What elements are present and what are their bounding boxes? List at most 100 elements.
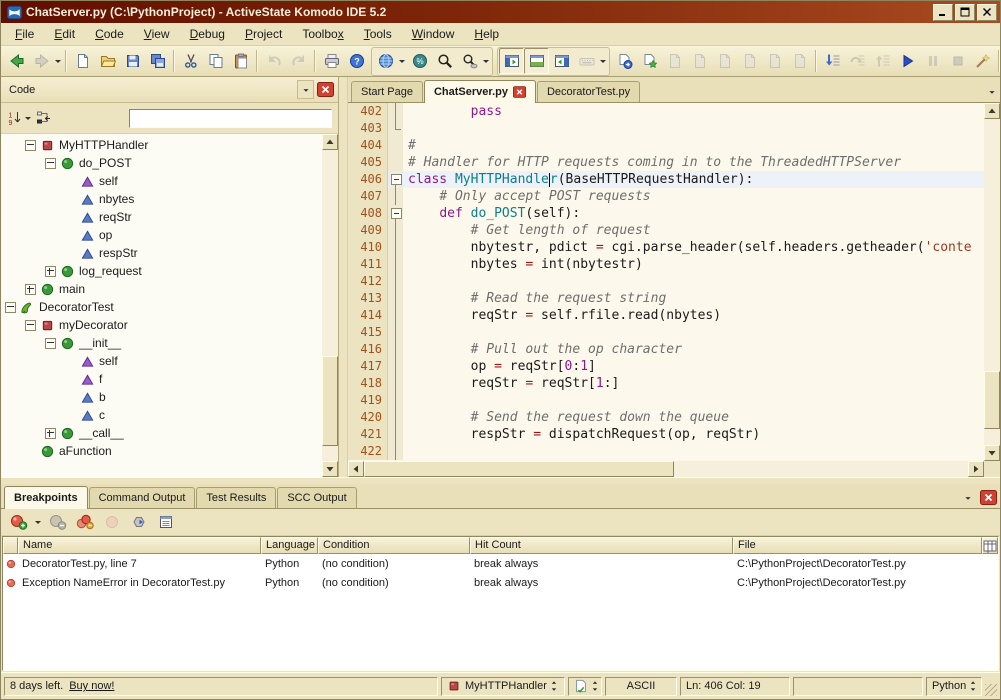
menu-code[interactable]: Code [85,25,134,43]
column-header-hit-count[interactable]: Hit Count [470,537,733,554]
tree-item-f[interactable]: f [1,370,322,388]
syntax-check-status[interactable] [568,677,602,696]
tree-item-log_request[interactable]: log_request [1,262,322,280]
tree-item-nbytes[interactable]: nbytes [1,190,322,208]
forward-button[interactable] [29,48,54,74]
find-in-files-dropdown[interactable] [482,49,491,73]
tree-item-b[interactable]: b [1,388,322,406]
tab-command-output[interactable]: Command Output [89,487,196,508]
delete-breakpoint-button[interactable] [46,510,70,534]
scc-history-button[interactable] [787,48,812,74]
editor-hscroll-thumb[interactable] [364,461,674,477]
new-file-button[interactable] [70,48,95,74]
tree-item-afunction[interactable]: aFunction [1,442,322,460]
menu-file[interactable]: File [5,25,44,43]
editor-scroll-up-button[interactable] [984,103,1000,119]
column-header-language[interactable]: Language [261,537,318,554]
tree-item-__call__[interactable]: __call__ [1,424,322,442]
scc-update-button[interactable] [687,48,712,74]
tab-close-icon[interactable] [513,86,526,98]
menu-tools[interactable]: Tools [354,25,402,43]
step-into-button[interactable] [820,48,845,74]
collapse-icon[interactable] [45,158,56,169]
save-all-button[interactable] [145,48,170,74]
find-in-files-button[interactable] [457,48,482,74]
collapse-icon[interactable] [5,302,16,313]
new-breakpoint-dropdown[interactable] [34,510,43,534]
output-pane-dropdown[interactable] [960,488,976,508]
tree-item-decoratortest[interactable]: DecoratorTest [1,298,322,316]
step-out-button[interactable] [870,48,895,74]
web-browser-button[interactable] [373,48,398,74]
close-button[interactable] [977,4,997,21]
tree-item-main[interactable]: main [1,280,322,298]
tab-test-results[interactable]: Test Results [196,487,276,508]
tree-item-mydecorator[interactable]: myDecorator [1,316,322,334]
bottom-pane-splitter[interactable] [1,477,1000,484]
disable-all-breakpoints-button[interactable] [73,510,97,534]
expand-icon[interactable] [45,428,56,439]
tree-scroll-down-button[interactable] [322,461,338,477]
tree-item-respstr[interactable]: respStr [1,244,322,262]
web-browser-dropdown[interactable] [398,49,407,73]
tree-item-c[interactable]: c [1,406,322,424]
paste-button[interactable] [228,48,253,74]
menu-window[interactable]: Window [402,25,465,43]
scc-checkout-button[interactable] [662,48,687,74]
encoding-selector[interactable]: ASCII [605,677,677,696]
redo-button[interactable] [286,48,311,74]
show-bottom-pane-button[interactable] [524,48,549,74]
clear-breakpoint-button[interactable] [100,510,124,534]
tab-list-dropdown[interactable] [984,82,1000,102]
tab-decoratortest-py[interactable]: DecoratorTest.py [537,81,640,102]
tree-item-myhttphandler[interactable]: MyHTTPHandler [1,136,322,154]
column-picker-button[interactable] [982,537,998,554]
undo-button[interactable] [261,48,286,74]
help-button[interactable]: ? [344,48,369,74]
code-filter-input[interactable] [129,109,332,128]
collapse-icon[interactable] [25,140,36,151]
resize-grip[interactable] [985,684,997,696]
open-file-button[interactable] [95,48,120,74]
menu-project[interactable]: Project [235,25,292,43]
go-button[interactable] [895,48,920,74]
editor-scroll-right-button[interactable] [968,461,984,477]
show-left-pane-button[interactable] [499,48,524,74]
breakpoint-properties-button[interactable] [154,510,178,534]
tree-scrollbar[interactable] [322,134,338,477]
step-over-button[interactable] [845,48,870,74]
collapse-icon[interactable] [25,320,36,331]
scc-add-button[interactable] [637,48,662,74]
breakpoint-row[interactable]: Exception NameError in DecoratorTest.pyP… [3,573,998,592]
go-to-source-button[interactable] [127,510,151,534]
maximize-button[interactable] [955,4,975,21]
column-header-name[interactable]: Name [18,537,261,554]
breakpoint-row[interactable]: DecoratorTest.py, line 7Python(no condit… [3,554,998,573]
menu-toolbox[interactable]: Toolbox [292,25,353,43]
buy-now-link[interactable]: Buy now! [69,680,114,692]
editor-scroll-down-button[interactable] [984,445,1000,461]
show-right-pane-button[interactable] [549,48,574,74]
scc-delete-button[interactable] [712,48,737,74]
sort-order-button[interactable]: 19 [5,106,34,130]
tree-item-reqstr[interactable]: reqStr [1,208,322,226]
scc-diff-button[interactable] [762,48,787,74]
find-button[interactable] [432,48,457,74]
panel-menu-button[interactable] [297,80,314,99]
tree-scroll-up-button[interactable] [322,134,338,150]
tab-chatserver-py[interactable]: ChatServer.py [424,80,536,103]
output-pane-close-button[interactable] [980,490,997,505]
rx-toolkit-button[interactable]: % [407,48,432,74]
editor-horizontal-scrollbar[interactable] [348,461,1000,477]
fold-toggle-icon[interactable] [391,174,402,185]
panel-close-button[interactable] [317,82,334,97]
tree-item-op[interactable]: op [1,226,322,244]
menu-debug[interactable]: Debug [180,25,235,43]
panel-splitter[interactable] [339,77,348,477]
minibuffer-button[interactable] [574,48,599,74]
collapse-icon[interactable] [45,338,56,349]
menu-view[interactable]: View [134,25,180,43]
language-selector[interactable]: Python [926,677,982,696]
save-button[interactable] [120,48,145,74]
tab-scc-output[interactable]: SCC Output [277,487,356,508]
